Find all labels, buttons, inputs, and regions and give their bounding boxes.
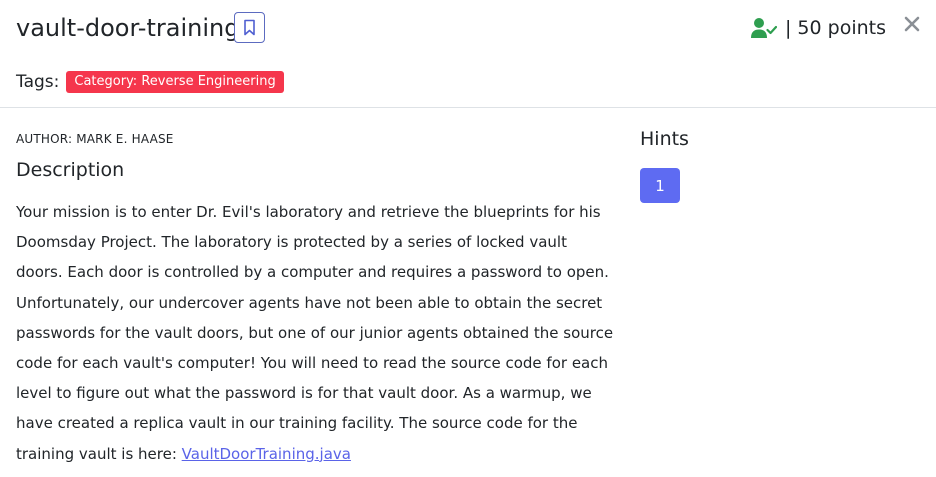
challenge-modal: vault-door-training | 50 points Tags: Ca… [0, 0, 936, 477]
points-value: 50 points [797, 17, 886, 39]
points-separator: | [785, 17, 792, 39]
tags-label: Tags: [16, 72, 60, 92]
hint-button-1[interactable]: 1 [640, 168, 680, 203]
author-line: AUTHOR: MARK E. HAASE [16, 132, 174, 146]
solved-points: | 50 points [751, 14, 886, 42]
hints-heading: Hints [640, 128, 689, 150]
user-check-icon [751, 17, 778, 39]
bookmark-button[interactable] [234, 12, 265, 43]
bookmark-icon [244, 19, 255, 36]
modal-header: vault-door-training | 50 points Tags: Ca… [0, 0, 936, 108]
challenge-content: AUTHOR: MARK E. HAASE Description Your m… [16, 130, 616, 469]
close-button[interactable] [902, 12, 922, 36]
description-heading: Description [16, 159, 125, 181]
description-text: Your mission is to enter Dr. Evil's labo… [16, 197, 616, 469]
source-code-link[interactable]: VaultDoorTraining.java [182, 445, 351, 463]
description-body: Your mission is to enter Dr. Evil's labo… [16, 203, 614, 463]
challenge-title: vault-door-training [16, 14, 240, 42]
close-icon [904, 16, 920, 32]
tags-row: Tags: Category: Reverse Engineering [16, 71, 284, 93]
tag-badge[interactable]: Category: Reverse Engineering [66, 71, 284, 93]
hints-panel: Hints 1 [640, 126, 689, 203]
